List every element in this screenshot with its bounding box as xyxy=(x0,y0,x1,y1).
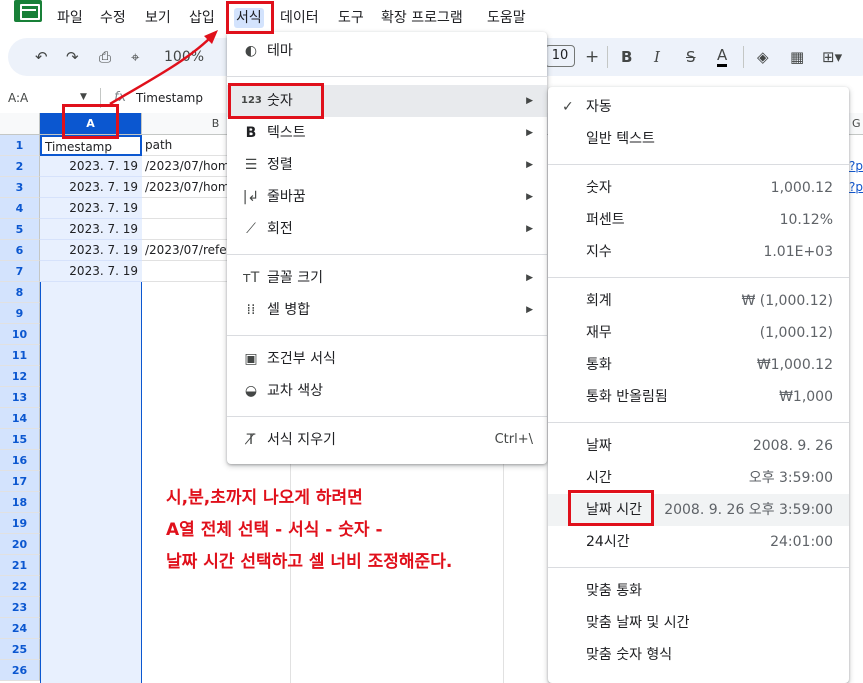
annotation-arrow xyxy=(109,30,218,106)
